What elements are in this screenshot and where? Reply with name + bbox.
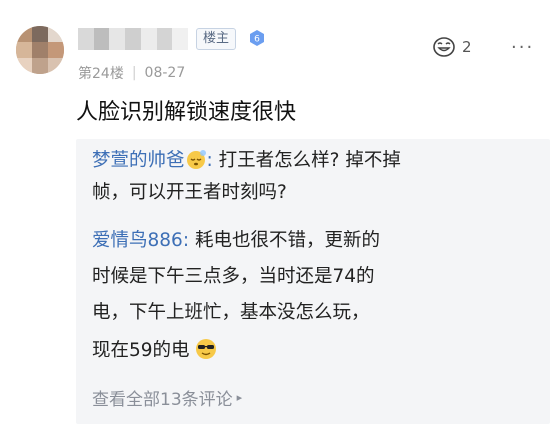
avatar[interactable] bbox=[16, 26, 64, 74]
more-dots-icon[interactable]: ··· bbox=[511, 39, 534, 57]
reply-1-text-2: 帧，可以开王者时刻吗? bbox=[92, 182, 287, 203]
meta-divider: | bbox=[131, 65, 137, 81]
level-number: 6 bbox=[254, 35, 260, 45]
view-all-label[interactable]: 查看全部13条评论 bbox=[92, 385, 233, 410]
post-date: 08-27 bbox=[144, 65, 186, 81]
post-content: 人脸识别解锁速度很快 bbox=[76, 100, 297, 125]
level-badge-icon: 6 bbox=[248, 29, 266, 47]
cool-face-emoji-icon bbox=[195, 338, 217, 369]
reply-2-text-2: 时候是下午三点多，当时还是74的 bbox=[92, 266, 375, 287]
username-blurred[interactable] bbox=[78, 28, 189, 50]
view-all-comments-link[interactable]: 查看全部13条评论 ▸ bbox=[92, 385, 242, 410]
reply-2-text-4: 现在59的电 bbox=[92, 340, 190, 361]
reply-2-line-1: 爱情鸟886: 耗电也很不错，更新的 bbox=[92, 227, 380, 255]
like-face-icon bbox=[433, 37, 455, 57]
reply-1-colon: : bbox=[206, 150, 213, 171]
sleepy-face-emoji-icon bbox=[185, 148, 207, 179]
chevron-right-icon: ▸ bbox=[236, 391, 243, 404]
reply-1-author[interactable]: 梦萱的帅爸 bbox=[92, 150, 185, 171]
role-badge: 楼主 bbox=[196, 28, 237, 50]
reply-2-colon: : bbox=[182, 230, 190, 251]
reply-2-line-4: 现在59的电 bbox=[92, 337, 217, 369]
reply-1-line-1: 梦萱的帅爸: 打王者怎么样? 掉不掉 bbox=[92, 147, 401, 179]
reply-2-author[interactable]: 爱情鸟886 bbox=[92, 230, 183, 251]
post-meta: 第24楼 | 08-27 bbox=[78, 63, 185, 83]
like-count: 2 bbox=[462, 38, 472, 56]
like-button[interactable]: 2 bbox=[432, 36, 472, 58]
reply-2-text-1: 耗电也很不错，更新的 bbox=[194, 230, 380, 251]
reply-preview-box[interactable]: 梦萱的帅爸: 打王者怎么样? 掉不掉 帧，可以开王者时刻吗? 爱情鸟886: 耗… bbox=[76, 139, 550, 424]
reply-1-text-1: 打王者怎么样? 掉不掉 bbox=[218, 150, 401, 171]
floor-number: 第24楼 bbox=[78, 66, 124, 82]
reply-2-text-3: 电，下午上班忙，基本没怎么玩， bbox=[92, 302, 370, 323]
